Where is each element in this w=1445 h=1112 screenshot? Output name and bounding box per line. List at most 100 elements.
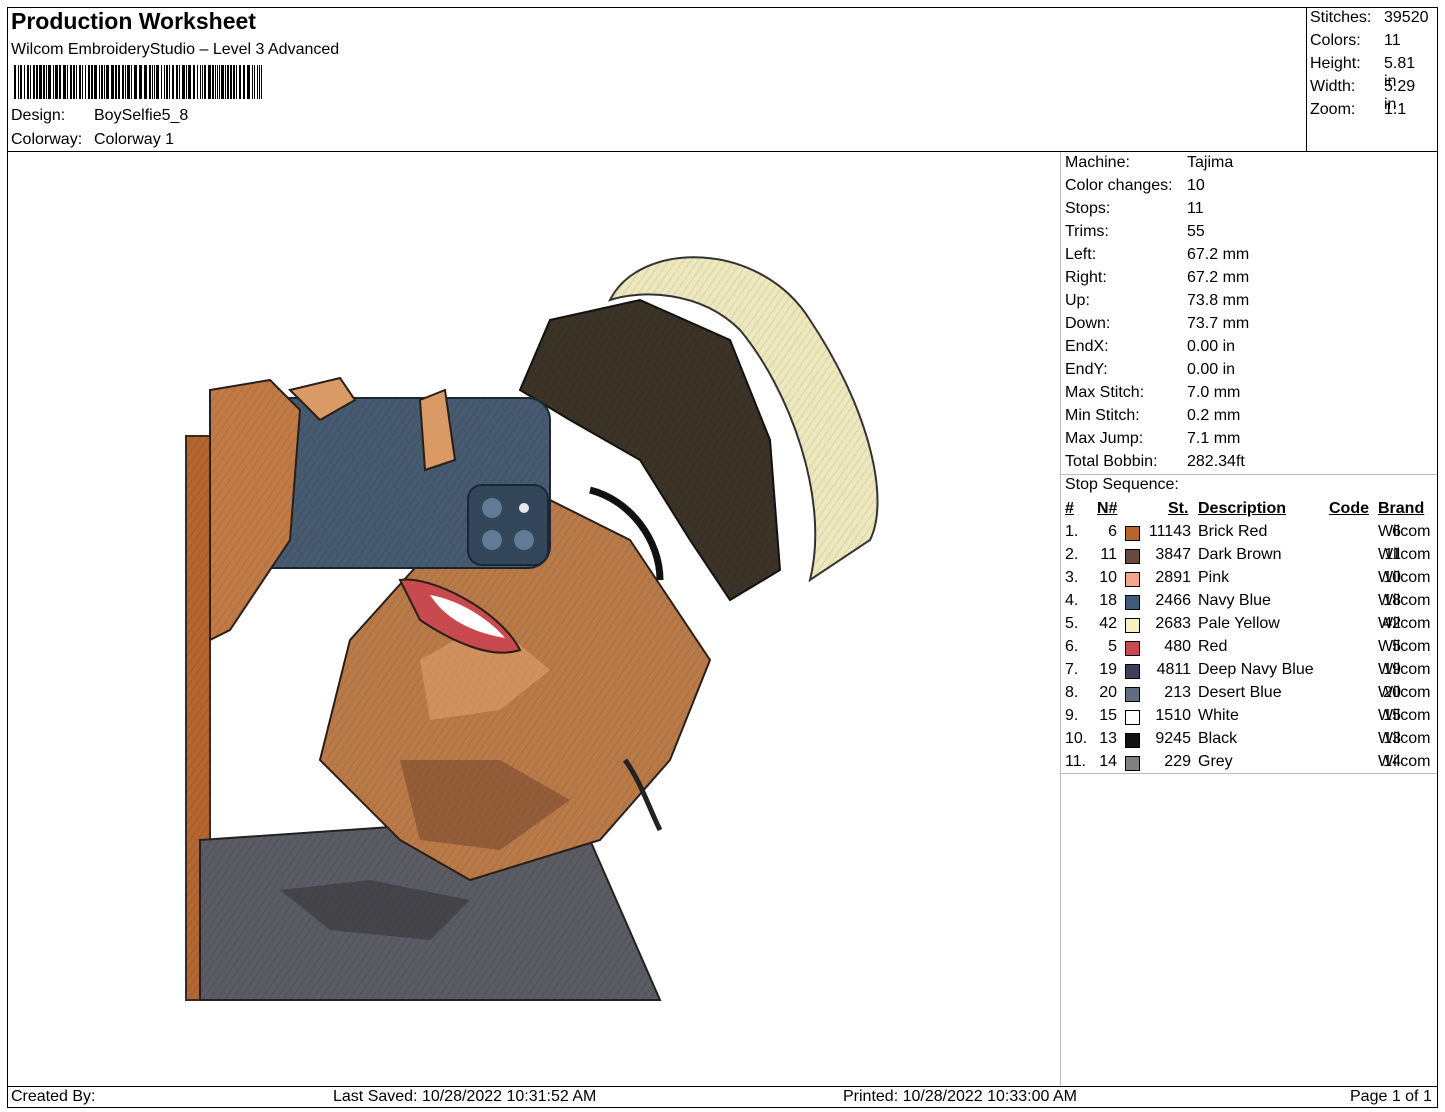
stitch-count: 229 xyxy=(1164,753,1191,770)
barcode-bar xyxy=(193,65,195,99)
barcode-bar xyxy=(79,65,81,99)
color-changes-row: Color changes: 10 xyxy=(1065,177,1435,200)
design-label: Design: xyxy=(11,107,66,124)
endx-label: EndX: xyxy=(1065,338,1109,355)
max-stitch-row: Max Stitch: 7.0 mm xyxy=(1065,384,1435,407)
min-stitch-label: Min Stitch: xyxy=(1065,407,1140,424)
footer-divider xyxy=(7,1086,1438,1087)
needle-number: 42 xyxy=(1099,615,1117,632)
stop-sequence-row: 2. 11 3847 Dark Brown 11 Wilcom xyxy=(1062,546,1438,569)
trims-value: 55 xyxy=(1187,223,1205,240)
thread-brand: Wilcom xyxy=(1378,684,1431,701)
barcode-bar xyxy=(230,65,232,99)
barcode-bar xyxy=(243,65,245,99)
barcode-bar xyxy=(161,65,162,99)
max-stitch-value: 7.0 mm xyxy=(1187,384,1241,401)
color-swatch xyxy=(1125,733,1140,748)
barcode-bar xyxy=(219,65,220,99)
stitch-count: 11143 xyxy=(1148,523,1191,540)
color-swatch xyxy=(1125,549,1140,564)
barcode-bar xyxy=(252,65,253,99)
color-description: Deep Navy Blue xyxy=(1198,661,1314,678)
barcode-bar xyxy=(239,65,241,99)
min-stitch-row: Min Stitch: 0.2 mm xyxy=(1065,407,1435,430)
color-description: Desert Blue xyxy=(1198,684,1282,701)
stat-label: Width: xyxy=(1310,78,1356,95)
right-label: Right: xyxy=(1065,269,1107,286)
total-bobbin-value: 282.34ft xyxy=(1187,453,1245,470)
barcode-bar xyxy=(164,65,165,99)
barcode-bar xyxy=(134,65,137,99)
barcode-bar xyxy=(36,65,38,99)
machine-row: Machine: Tajima xyxy=(1065,154,1435,177)
needle-number: 5 xyxy=(1108,638,1117,655)
color-swatch xyxy=(1125,595,1140,610)
barcode-bar xyxy=(236,65,237,99)
barcode-bar xyxy=(127,65,130,99)
row-index: 3. xyxy=(1065,569,1079,586)
barcode-bar xyxy=(188,65,191,99)
software-subtitle: Wilcom EmbroideryStudio – Level 3 Advanc… xyxy=(11,41,340,58)
thread-brand: Wilcom xyxy=(1378,546,1431,563)
barcode-bar xyxy=(227,65,229,99)
barcode-bar xyxy=(182,65,185,99)
color-description: White xyxy=(1198,707,1239,724)
stop-sequence-row: 9. 15 1510 White 15 Wilcom xyxy=(1062,707,1438,730)
col-header-code: Code xyxy=(1329,500,1369,517)
barcode-bar xyxy=(63,65,66,99)
stop-sequence-row: 6. 5 480 Red 5 Wilcom xyxy=(1062,638,1438,661)
barcode-bar xyxy=(48,65,51,99)
barcode-bar xyxy=(94,65,97,99)
endy-row: EndY: 0.00 in xyxy=(1065,361,1435,384)
barcode-bar xyxy=(30,65,31,99)
barcode-bar xyxy=(18,65,19,99)
page-title: Production Worksheet xyxy=(11,8,256,34)
last-saved: Last Saved: 10/28/2022 10:31:52 AM xyxy=(333,1088,597,1105)
stat-label: Height: xyxy=(1310,55,1361,72)
barcode-bar xyxy=(139,65,142,99)
barcode-bar xyxy=(166,65,168,99)
stitch-count: 1510 xyxy=(1155,707,1191,724)
col-header-needle: N# xyxy=(1097,500,1118,517)
thread-brand: Wilcom xyxy=(1378,592,1431,609)
barcode-bar xyxy=(259,65,260,99)
stop-sequence-row: 3. 10 2891 Pink 10 Wilcom xyxy=(1062,569,1438,592)
barcode-bar xyxy=(217,65,218,99)
row-index: 10. xyxy=(1065,730,1088,747)
stat-label: Zoom: xyxy=(1310,101,1356,118)
barcode-bar xyxy=(212,65,214,99)
barcode-bar xyxy=(33,65,35,99)
endy-value: 0.00 in xyxy=(1187,361,1236,378)
barcode-bar xyxy=(115,65,117,99)
barcode-bar xyxy=(247,65,250,99)
color-swatch xyxy=(1125,618,1140,633)
stops-label: Stops: xyxy=(1065,200,1111,217)
needle-number: 19 xyxy=(1099,661,1117,678)
printed-date: Printed: 10/28/2022 10:33:00 AM xyxy=(843,1088,1077,1105)
barcode-bar xyxy=(14,65,16,99)
right-value: 67.2 mm xyxy=(1187,269,1250,286)
barcode-bar xyxy=(118,65,120,99)
stop-sequence-row: 11. 14 229 Grey 14 Wilcom xyxy=(1062,753,1438,776)
barcode-bar xyxy=(76,65,77,99)
row-index: 9. xyxy=(1065,707,1079,724)
row-index: 4. xyxy=(1065,592,1079,609)
max-jump-row: Max Jump: 7.1 mm xyxy=(1065,430,1435,453)
barcode-bar xyxy=(225,65,226,99)
barcode-bar xyxy=(104,65,105,99)
barcode-bar xyxy=(154,65,155,99)
left-label: Left: xyxy=(1065,246,1097,263)
barcode-bar xyxy=(179,65,180,99)
color-description: Navy Blue xyxy=(1198,592,1271,609)
barcode-bar xyxy=(59,65,61,99)
trims-label: Trims: xyxy=(1065,223,1109,240)
barcode-bar xyxy=(91,65,93,99)
down-value: 73.7 mm xyxy=(1187,315,1250,332)
barcode-bar xyxy=(254,65,255,99)
down-row: Down: 73.7 mm xyxy=(1065,315,1435,338)
barcode xyxy=(14,65,262,99)
stop-sequence-row: 10. 13 9245 Black 13 Wilcom xyxy=(1062,730,1438,753)
stitch-count: 2683 xyxy=(1155,615,1191,632)
color-swatch xyxy=(1125,526,1140,541)
needle-number: 11 xyxy=(1100,546,1117,563)
